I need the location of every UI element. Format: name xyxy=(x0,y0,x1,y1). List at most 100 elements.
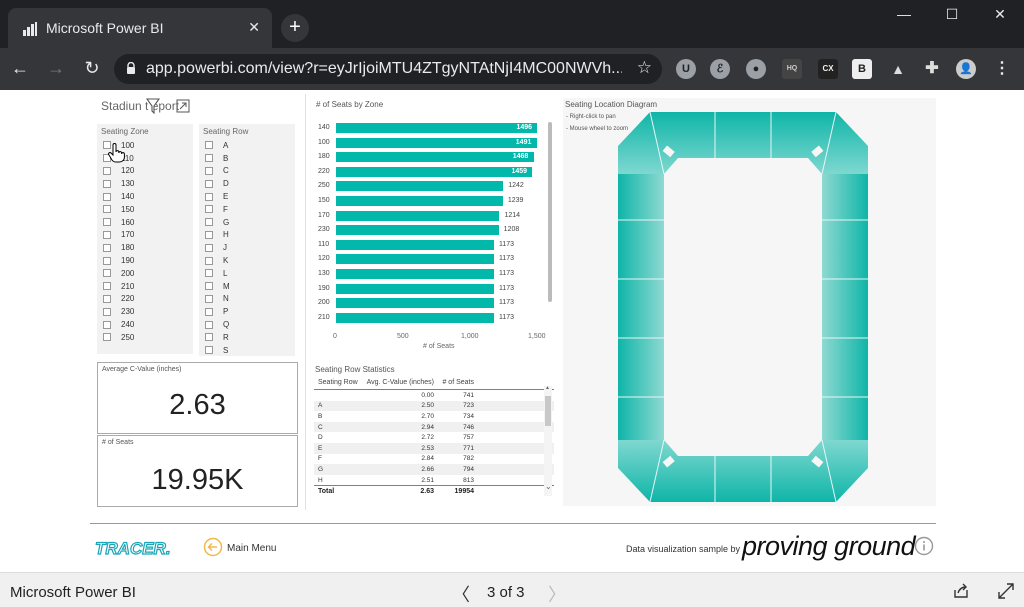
checkbox[interactable] xyxy=(205,179,213,188)
window-close-icon[interactable]: ✕ xyxy=(976,0,1024,30)
profile-avatar[interactable]: 👤 xyxy=(956,59,976,79)
previous-page-button[interactable]: 〈 xyxy=(452,581,470,607)
bar[interactable] xyxy=(336,269,494,279)
column-header-seating-row[interactable]: Seating Row xyxy=(314,379,362,386)
row-item-q[interactable]: Q xyxy=(199,318,295,331)
zone-item-240[interactable]: 240 xyxy=(97,318,193,331)
zone-item-230[interactable]: 230 xyxy=(97,305,193,318)
bar[interactable] xyxy=(336,137,537,148)
checkbox[interactable] xyxy=(205,243,213,252)
checkbox[interactable] xyxy=(205,307,213,316)
checkbox[interactable] xyxy=(205,230,213,239)
table-row[interactable]: F 2.84 782 xyxy=(314,454,554,465)
row-item-l[interactable]: L xyxy=(199,267,295,280)
checkbox[interactable] xyxy=(103,243,111,252)
checkbox[interactable] xyxy=(205,192,213,201)
row-item-c[interactable]: C xyxy=(199,165,295,178)
zone-item-150[interactable]: 150 xyxy=(97,203,193,216)
column-header-seats[interactable]: # of Seats xyxy=(434,379,474,386)
checkbox[interactable] xyxy=(205,154,213,163)
extension-e-icon[interactable]: ℰ xyxy=(710,59,730,79)
table-row[interactable]: D 2.72 757 xyxy=(314,432,554,443)
checkbox[interactable] xyxy=(103,230,111,239)
checkbox[interactable] xyxy=(205,166,213,175)
checkbox[interactable] xyxy=(205,269,213,278)
browser-tab[interactable]: Microsoft Power BI ✕ xyxy=(8,8,272,48)
checkbox[interactable] xyxy=(103,294,111,303)
table-row[interactable]: 0.00 741 xyxy=(314,390,554,401)
zone-item-120[interactable]: 120 xyxy=(97,165,193,178)
checkbox[interactable] xyxy=(205,141,213,150)
table-scrollbar[interactable]: ▲ ⌄ xyxy=(544,385,552,496)
scroll-down-icon[interactable]: ⌄ xyxy=(545,482,552,491)
row-item-k[interactable]: K xyxy=(199,254,295,267)
reload-icon[interactable]: ↻ xyxy=(80,58,104,79)
table-row[interactable]: A 2.50 723 xyxy=(314,400,554,412)
bar[interactable] xyxy=(336,166,533,177)
checkbox[interactable] xyxy=(205,346,213,355)
row-item-n[interactable]: N xyxy=(199,293,295,306)
zone-item-250[interactable]: 250 xyxy=(97,331,193,344)
row-item-j[interactable]: J xyxy=(199,241,295,254)
zone-item-210[interactable]: 210 xyxy=(97,280,193,293)
checkbox[interactable] xyxy=(103,192,111,201)
new-tab-button[interactable]: + xyxy=(281,14,309,42)
minimize-icon[interactable]: — xyxy=(880,0,928,30)
table-row[interactable]: E 2.53 771 xyxy=(314,442,554,454)
extension-u-icon[interactable]: U xyxy=(676,59,696,79)
row-item-s[interactable]: S xyxy=(199,344,295,357)
extension-hq-icon[interactable]: HQ xyxy=(782,59,802,79)
zone-item-220[interactable]: 220 xyxy=(97,293,193,306)
bar[interactable] xyxy=(336,225,499,236)
row-item-f[interactable]: F xyxy=(199,203,295,216)
bar[interactable] xyxy=(336,152,534,163)
forward-icon[interactable]: → xyxy=(44,58,68,79)
checkbox[interactable] xyxy=(103,205,111,214)
bookmark-star-icon[interactable]: ☆ xyxy=(637,58,652,78)
zone-item-190[interactable]: 190 xyxy=(97,254,193,267)
checkbox[interactable] xyxy=(205,218,213,227)
bar[interactable] xyxy=(336,181,504,192)
bar[interactable] xyxy=(336,254,494,265)
drive-icon[interactable]: ▲ xyxy=(888,59,908,79)
checkbox[interactable] xyxy=(103,179,111,188)
share-icon[interactable] xyxy=(952,582,970,600)
row-item-p[interactable]: P xyxy=(199,305,295,318)
menu-kebab-icon[interactable]: ⋮ xyxy=(992,59,1012,79)
checkbox[interactable] xyxy=(103,218,111,227)
table-row[interactable]: G 2.66 794 xyxy=(314,464,554,475)
checkbox[interactable] xyxy=(103,256,111,265)
extension-circle-icon[interactable]: ● xyxy=(746,59,766,79)
extensions-puzzle-icon[interactable]: ✚ xyxy=(922,59,942,79)
checkbox[interactable] xyxy=(205,282,213,291)
checkbox[interactable] xyxy=(103,307,111,316)
url-text[interactable]: app.powerbi.com/view?r=eyJrIjoiMTU4ZTgyN… xyxy=(146,60,622,78)
checkbox[interactable] xyxy=(103,320,111,329)
bar[interactable] xyxy=(336,312,494,323)
zone-item-160[interactable]: 160 xyxy=(97,216,193,229)
bar[interactable] xyxy=(336,123,538,133)
address-bar[interactable]: app.powerbi.com/view?r=eyJrIjoiMTU4ZTgyN… xyxy=(114,54,662,84)
back-icon[interactable]: ← xyxy=(8,58,32,79)
extension-b-icon[interactable]: B xyxy=(852,59,872,79)
chart-scrollbar[interactable] xyxy=(548,122,552,302)
scroll-thumb[interactable] xyxy=(545,396,551,426)
tab-close-icon[interactable]: ✕ xyxy=(248,19,260,36)
focus-mode-icon[interactable] xyxy=(176,99,190,113)
maximize-icon[interactable]: ☐ xyxy=(928,0,976,30)
row-item-g[interactable]: G xyxy=(199,216,295,229)
zone-item-140[interactable]: 140 xyxy=(97,190,193,203)
checkbox[interactable] xyxy=(103,166,111,175)
checkbox[interactable] xyxy=(205,256,213,265)
main-menu-link[interactable]: Main Menu xyxy=(227,543,276,554)
checkbox[interactable] xyxy=(205,333,213,342)
row-item-h[interactable]: H xyxy=(199,229,295,242)
column-header-cvalue[interactable]: Avg. C-Value (inches) xyxy=(362,379,434,386)
bar[interactable] xyxy=(336,210,500,221)
row-item-m[interactable]: M xyxy=(199,280,295,293)
checkbox[interactable] xyxy=(103,282,111,291)
next-page-button[interactable]: 〉 xyxy=(548,581,566,607)
seating-location-diagram[interactable] xyxy=(618,112,868,502)
zone-item-200[interactable]: 200 xyxy=(97,267,193,280)
table-row[interactable]: C 2.94 746 xyxy=(314,421,554,433)
